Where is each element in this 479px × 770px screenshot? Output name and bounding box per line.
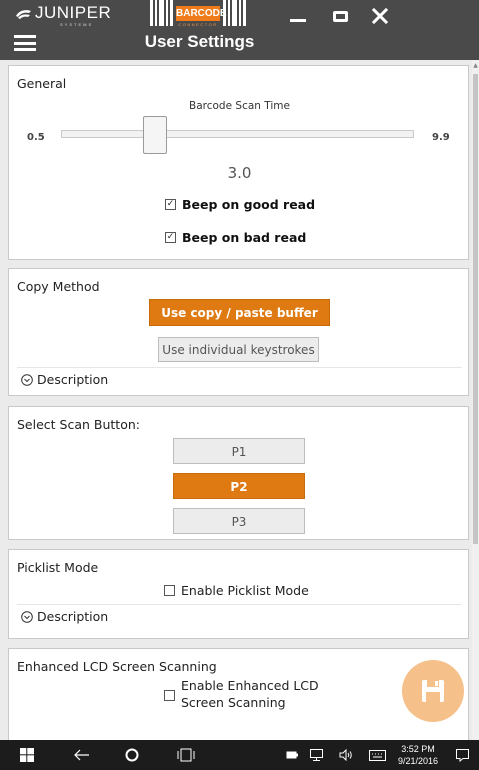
beep-good-read-checkbox[interactable]: ✓ Beep on good read	[165, 197, 315, 212]
brand-name: JUNIPER	[35, 3, 112, 22]
enable-picklist-label: Enable Picklist Mode	[181, 583, 309, 598]
checkbox-icon[interactable]	[164, 585, 175, 596]
windows-start-icon	[20, 748, 34, 762]
clock-time: 3:52 PM	[401, 744, 435, 754]
scan-button-title: Select Scan Button:	[17, 417, 140, 432]
task-view-button[interactable]	[172, 740, 200, 770]
settings-content: General Barcode Scan Time 0.5 9.9 3.0 ✓ …	[0, 60, 479, 740]
close-icon	[372, 8, 388, 24]
barcode-connector-logo: BARCODE CONNECTOR	[150, 0, 246, 30]
action-center-button[interactable]	[452, 740, 472, 770]
taskbar-clock[interactable]: 3:52 PM 9/21/2016	[392, 743, 444, 767]
cortana-button[interactable]	[118, 740, 146, 770]
maximize-button[interactable]	[320, 2, 360, 30]
enable-lcd-scanning-label: Enable Enhanced LCD Screen Scanning	[181, 678, 319, 710]
barcode-bars-right-icon	[223, 0, 246, 26]
start-button[interactable]	[12, 740, 42, 770]
juniper-logo-icon	[16, 10, 31, 19]
general-title: General	[17, 76, 67, 91]
battery-button[interactable]	[282, 740, 302, 770]
brand-subtitle: SYSTEMS	[60, 22, 94, 27]
brand-logo: JUNIPER	[14, 3, 111, 23]
volume-button[interactable]	[336, 740, 356, 770]
slider-min-label: 0.5	[27, 132, 45, 143]
general-panel: General Barcode Scan Time 0.5 9.9 3.0 ✓ …	[8, 65, 469, 260]
individual-keystrokes-button[interactable]: Use individual keystrokes	[158, 337, 319, 362]
lcd-scanning-title: Enhanced LCD Screen Scanning	[17, 659, 217, 674]
chevron-down-circle-icon	[21, 610, 33, 623]
description-label: Description	[37, 609, 109, 624]
maximize-icon	[332, 10, 348, 22]
task-view-icon	[177, 748, 195, 762]
windows-taskbar: 3:52 PM 9/21/2016	[0, 740, 479, 770]
scan-button-p3[interactable]: P3	[173, 508, 305, 534]
scan-time-value: 3.0	[227, 164, 252, 182]
enable-picklist-checkbox[interactable]: Enable Picklist Mode	[164, 583, 309, 598]
scan-time-slider-track[interactable]	[61, 130, 414, 138]
save-floppy-icon	[422, 680, 444, 702]
network-icon	[309, 749, 323, 761]
title-bar: JUNIPER SYSTEMS BARCODE CONNECTOR User S…	[0, 0, 479, 60]
scan-time-label: Barcode Scan Time	[189, 100, 290, 112]
notifications-icon	[455, 748, 469, 762]
scan-button-p2[interactable]: P2	[173, 473, 305, 499]
copy-method-title: Copy Method	[17, 279, 100, 294]
barcode-bars-left-icon	[150, 0, 173, 26]
scan-button-panel: Select Scan Button: P1 P2 P3	[8, 406, 469, 540]
volume-icon	[339, 749, 352, 761]
beep-good-read-label: Beep on good read	[182, 197, 316, 212]
back-button[interactable]	[68, 740, 96, 770]
logo-text: BARCODE	[176, 6, 227, 21]
picklist-panel: Picklist Mode Enable Picklist Mode Descr…	[8, 549, 469, 639]
divider	[17, 367, 462, 368]
back-arrow-icon	[74, 749, 89, 761]
enable-lcd-scanning-checkbox[interactable]: Enable Enhanced LCD Screen Scanning	[164, 677, 321, 711]
network-button[interactable]	[306, 740, 326, 770]
chevron-down-circle-icon	[21, 373, 33, 386]
checkbox-icon[interactable]	[164, 690, 175, 701]
page-title: User Settings	[144, 32, 255, 51]
picklist-title: Picklist Mode	[17, 560, 99, 575]
close-button[interactable]	[360, 2, 400, 30]
checkbox-icon[interactable]: ✓	[165, 199, 176, 210]
vertical-scrollbar[interactable]: ▲	[472, 60, 479, 740]
beep-bad-read-checkbox[interactable]: ✓ Beep on bad read	[165, 230, 306, 245]
lcd-scanning-panel: Enhanced LCD Screen Scanning Enable Enha…	[8, 648, 469, 740]
description-label: Description	[37, 372, 109, 387]
scan-button-p1[interactable]: P1	[173, 438, 305, 464]
minimize-icon	[290, 18, 306, 22]
save-fab-button[interactable]	[402, 660, 464, 722]
clock-date: 9/21/2016	[397, 756, 439, 766]
touch-keyboard-icon	[368, 749, 386, 761]
beep-bad-read-label: Beep on bad read	[182, 230, 307, 245]
copy-method-panel: Copy Method Use copy / paste buffer Use …	[8, 268, 469, 396]
logo-subtitle: CONNECTOR	[178, 22, 218, 27]
battery-icon	[286, 751, 298, 759]
copy-method-description-toggle[interactable]: Description	[21, 372, 108, 387]
slider-max-label: 9.9	[432, 132, 450, 143]
scrollbar-thumb[interactable]	[473, 74, 478, 544]
divider	[17, 604, 462, 605]
cortana-circle-icon	[125, 748, 139, 762]
scan-time-slider-thumb[interactable]	[142, 116, 167, 154]
picklist-description-toggle[interactable]: Description	[21, 609, 108, 624]
copy-paste-buffer-button[interactable]: Use copy / paste buffer	[149, 299, 330, 326]
keyboard-button[interactable]	[366, 740, 388, 770]
scroll-up-icon[interactable]: ▲	[472, 62, 479, 70]
minimize-button[interactable]	[278, 2, 318, 30]
checkbox-icon[interactable]: ✓	[165, 232, 176, 243]
